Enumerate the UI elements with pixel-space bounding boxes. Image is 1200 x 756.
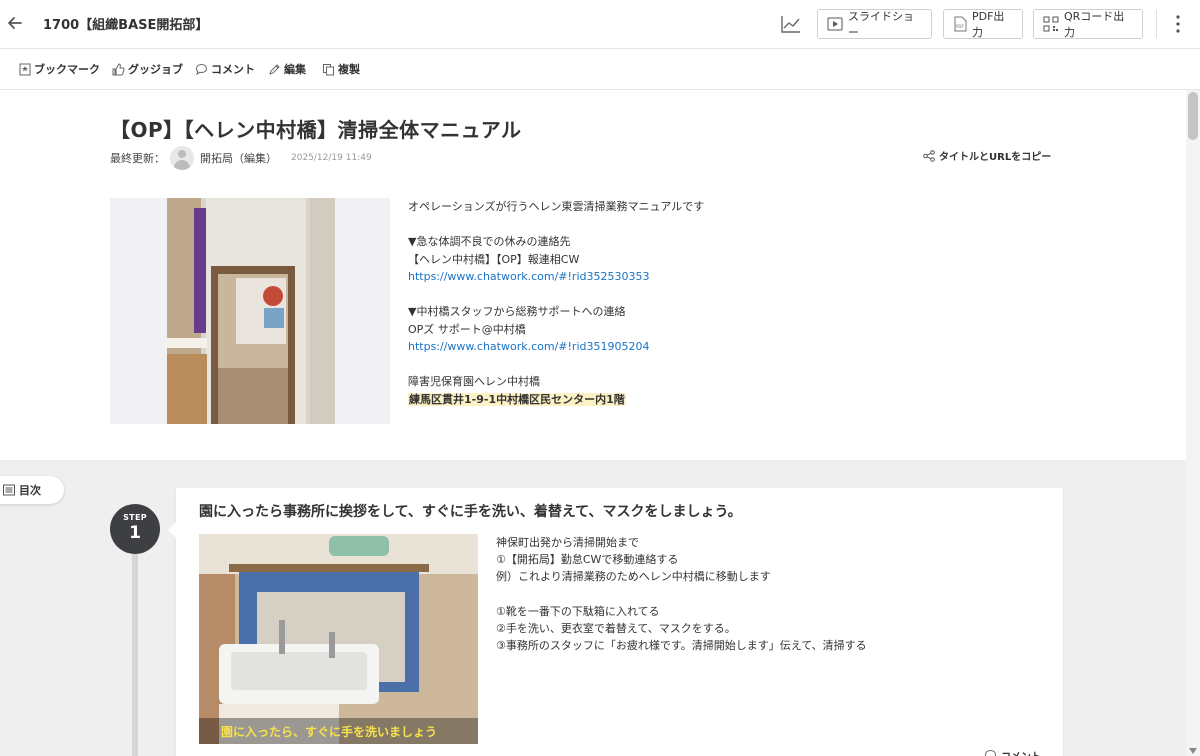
slideshow-icon (827, 17, 843, 31)
comment-button[interactable]: コメント (195, 61, 255, 77)
intro-line: 障害児保育園ヘレン中村橋 (408, 375, 540, 388)
edit-button[interactable]: 編集 (268, 61, 306, 77)
list-icon (3, 484, 15, 496)
step-text-line: 神保町出発から清掃開始まで (496, 536, 639, 549)
intro-line: ▼中村橋スタッフから総務サポートへの連絡 (408, 305, 626, 318)
bookmark-label: ブックマーク (34, 63, 100, 76)
step-photo[interactable]: 園に入ったら、すぐに手を洗いましょう (199, 534, 478, 744)
edit-label: 編集 (284, 63, 306, 76)
bookmark-icon (19, 63, 31, 75)
step-text-line: 例）これより清掃業務のためヘレン中村橋に移動します (496, 570, 771, 584)
step-text-line: ①【開拓局】勤怠CWで移動連絡する (496, 553, 679, 567)
thumbs-up-icon (112, 62, 125, 75)
intro-line: オペレーションズが行うヘレン東雲清掃業務マニュアルです (408, 200, 705, 213)
updated-label: 最終更新： (110, 152, 165, 165)
speech-bubble-icon (195, 63, 208, 75)
duplicate-button[interactable]: 複製 (322, 61, 360, 77)
address-highlight: 練馬区貫井1-9-1中村橋区民センター内1階 (408, 392, 626, 406)
avatar[interactable] (170, 146, 194, 170)
copy-icon (323, 63, 334, 75)
step-comment-label: コメント (1001, 748, 1041, 756)
manual-content: 【OP】【ヘレン中村橋】清掃全体マニュアル 最終更新： 開拓局（編集） 2025… (0, 90, 1186, 756)
table-of-contents-button[interactable]: 目次 (0, 476, 64, 504)
intro-line: OPズ サポート@中村橋 (408, 322, 526, 336)
updated-date: 2025/12/19 11:49 (291, 153, 372, 163)
step-number: 1 (129, 523, 141, 543)
chatwork-link-2[interactable]: https://www.chatwork.com/#!rid351905204 (408, 338, 1008, 356)
step-label: STEP (123, 513, 147, 522)
bookmark-button[interactable]: ブックマーク (19, 61, 100, 77)
slideshow-button[interactable]: スライドショー (817, 9, 932, 39)
update-meta: 最終更新： 開拓局（編集） 2025/12/19 11:49 (110, 146, 372, 170)
step-title: 園に入ったら事務所に挨拶をして、すぐに手を洗い、着替えて、マスクをしましょう。 (199, 504, 742, 520)
top-bar: 1700【組織BASE開拓部】 スライドショー PDF PDF出力 QRコード出… (0, 0, 1200, 49)
step-badge: STEP 1 (110, 504, 160, 554)
step-comment-button[interactable]: コメント (984, 748, 1041, 756)
slideshow-label: スライドショー (848, 10, 914, 39)
more-options-icon[interactable] (1172, 12, 1184, 36)
scroll-down-arrow-icon[interactable] (1189, 748, 1197, 754)
comment-label: コメント (211, 63, 255, 76)
qr-export-button[interactable]: QRコード出力 (1033, 9, 1143, 39)
analytics-chart-icon[interactable] (780, 14, 802, 34)
header-divider (1156, 10, 1157, 38)
intro-line: ▼急な体調不良での休みの連絡先 (408, 235, 571, 248)
step-text-line: ③事務所のスタッフに「お疲れ様です。清掃開始します」伝えて、清掃する (496, 639, 867, 653)
duplicate-label: 複製 (338, 63, 360, 76)
pdf-file-icon: PDF (954, 16, 967, 32)
step-description: 神保町出発から清掃開始まで ①【開拓局】勤怠CWで移動連絡する 例）これより清掃… (496, 534, 1036, 654)
pencil-icon (269, 63, 280, 75)
qr-export-label: QRコード出力 (1064, 10, 1125, 39)
copy-title-url-button[interactable]: タイトルとURLをコピー (923, 148, 1051, 163)
back-arrow-icon[interactable] (4, 12, 26, 34)
copy-title-url-label: タイトルとURLをコピー (939, 152, 1052, 163)
goodjob-label: グッジョブ (128, 63, 183, 76)
document-title: 1700【組織BASE開拓部】 (43, 18, 209, 33)
pdf-export-button[interactable]: PDF PDF出力 (943, 9, 1023, 39)
cover-photo (110, 198, 390, 424)
chatwork-link-1[interactable]: https://www.chatwork.com/#!rid352530353 (408, 268, 1008, 286)
author-name[interactable]: 開拓局（編集） (200, 150, 277, 166)
goodjob-button[interactable]: グッジョブ (112, 61, 183, 77)
speech-bubble-icon (984, 749, 997, 756)
toc-label: 目次 (19, 484, 41, 497)
vertical-scrollbar[interactable] (1186, 90, 1200, 756)
photo-caption: 園に入ったら、すぐに手を洗いましょう (221, 724, 437, 739)
qr-code-icon (1043, 16, 1059, 32)
action-toolbar: ブックマーク グッジョブ コメント 編集 複製 (0, 50, 1200, 90)
share-icon (923, 149, 935, 162)
steps-section: 目次 STEP 1 園に入ったら事務所に挨拶をして、すぐに手を洗い、着替えて、マ… (0, 460, 1186, 756)
timeline-line (132, 530, 138, 756)
intro-text: オペレーションズが行うヘレン東雲清掃業務マニュアルです ▼急な体調不良での休みの… (408, 198, 1008, 408)
step-card: 園に入ったら事務所に挨拶をして、すぐに手を洗い、着替えて、マスクをしましょう。 (168, 488, 1063, 756)
manual-title: 【OP】【ヘレン中村橋】清掃全体マニュアル (110, 118, 522, 142)
svg-text:PDF: PDF (956, 24, 964, 29)
scrollbar-thumb[interactable] (1188, 92, 1198, 140)
intro-line: 【ヘレン中村橋】【OP】報連相CW (408, 252, 580, 266)
step-text-line: ②手を洗い、更衣室で着替えて、マスクをする。 (496, 622, 736, 635)
step-text-line: ①靴を一番下の下駄箱に入れてる (496, 604, 660, 618)
pdf-export-label: PDF出力 (972, 10, 1005, 39)
